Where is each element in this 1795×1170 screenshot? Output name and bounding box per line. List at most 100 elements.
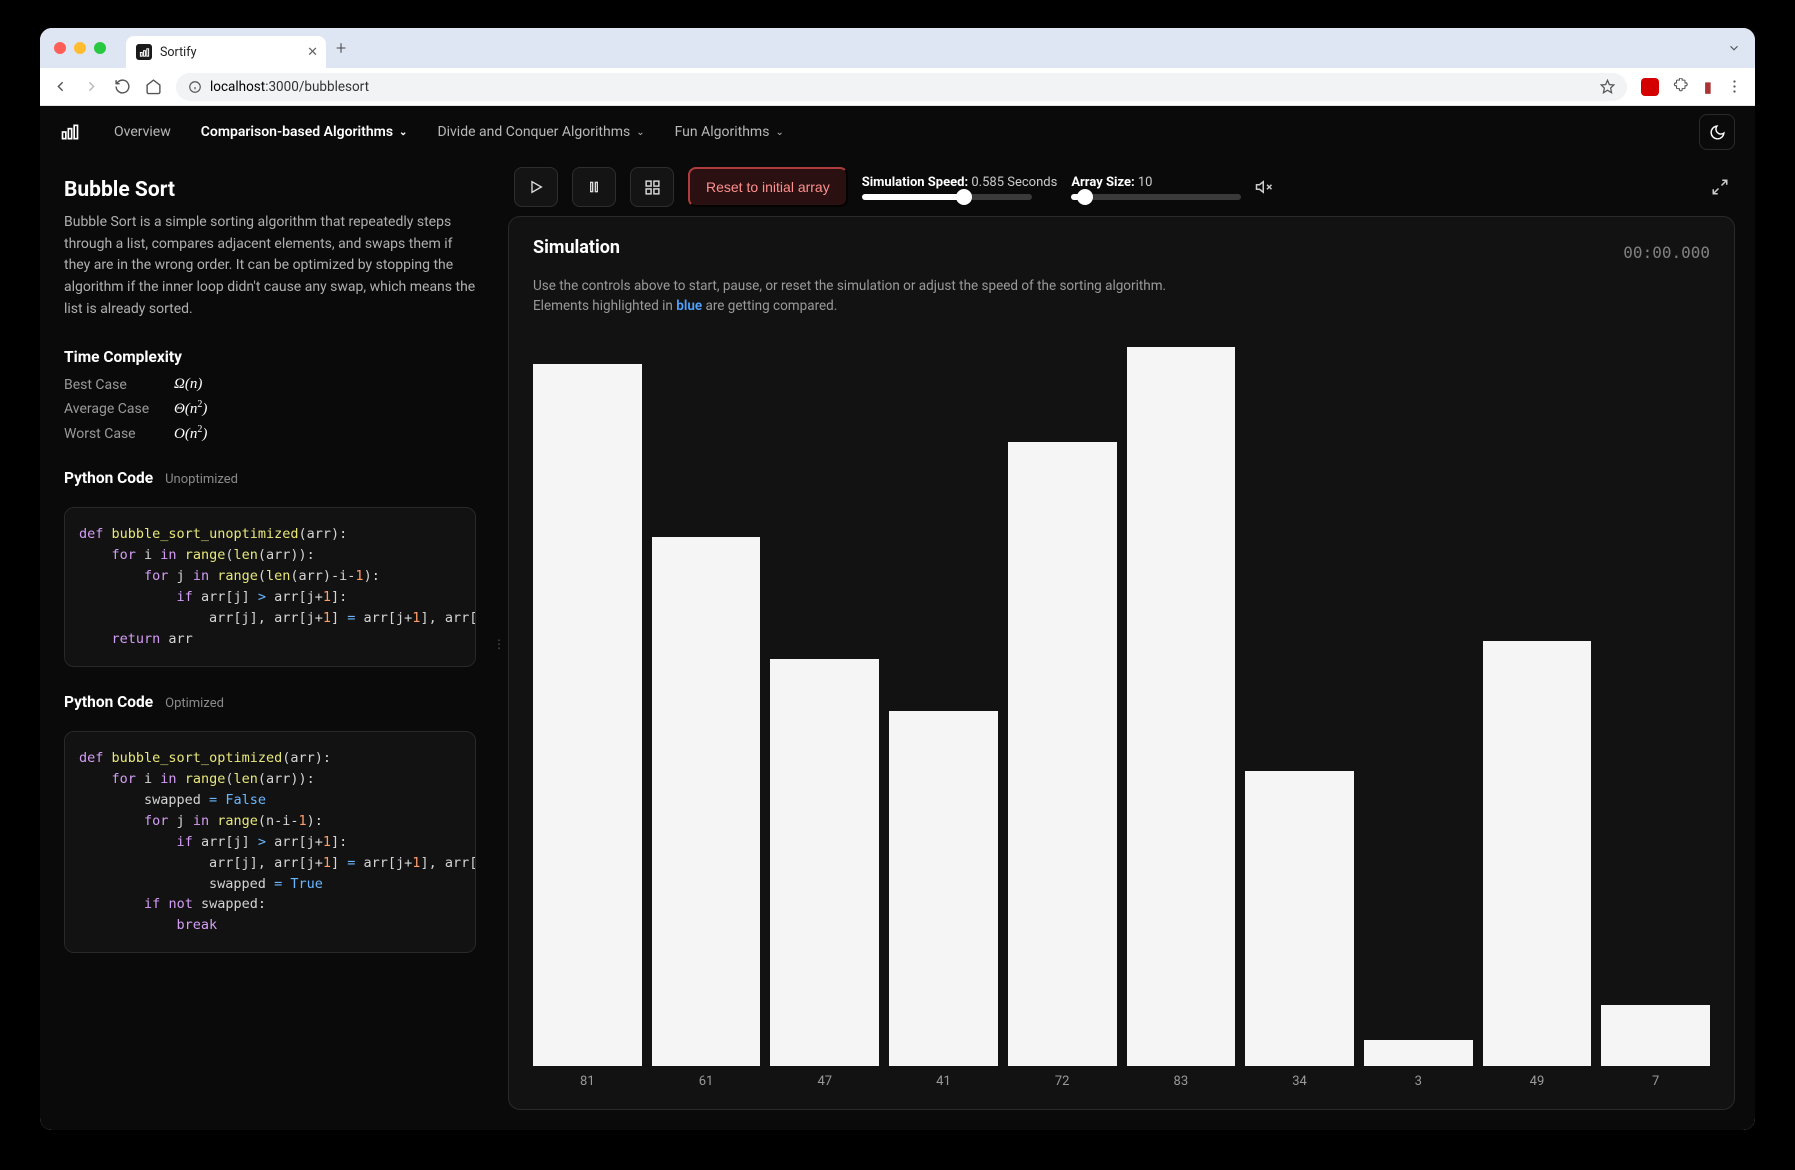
volume-mute-icon [1255,178,1273,196]
url-path: :3000/bubblesort [265,79,369,95]
complexity-label: Best Case [64,377,174,393]
menu-icon[interactable] [1726,78,1743,95]
browser-window: Sortify ✕ + localhost:3000/bubblesort ▮ [40,28,1755,1130]
forward-button[interactable] [83,78,100,95]
chevron-down-icon: ⌄ [399,127,407,138]
favicon-icon [136,44,152,60]
page-title: Bubble Sort [64,178,476,202]
main-content: Bubble Sort Bubble Sort is a simple sort… [40,158,1755,1130]
complexity-row: Worst CaseO(n2) [64,424,476,443]
bar-column: 34 [1245,347,1354,1090]
code-heading-optimized: Python Code [64,693,153,711]
bar [1008,442,1117,1066]
nav-items: OverviewComparison-based Algorithms⌄Divi… [102,118,796,146]
browser-toolbar: localhost:3000/bubblesort ▮ [40,68,1755,106]
speed-slider[interactable] [862,194,1032,200]
bar-label: 47 [817,1074,832,1089]
close-tab-icon[interactable]: ✕ [307,45,318,60]
url-host: localhost [210,79,265,95]
bar-column: 47 [770,347,879,1090]
app-root: OverviewComparison-based Algorithms⌄Divi… [40,106,1755,1130]
browser-tab[interactable]: Sortify ✕ [126,36,326,68]
bar-column: 81 [533,347,642,1090]
bar-label: 72 [1055,1074,1070,1089]
new-tab-button[interactable]: + [336,38,346,59]
code-heading-unoptimized: Python Code [64,469,153,487]
shuffle-icon [644,179,661,196]
panel-resize-handle[interactable]: ⋮⋮ [500,158,508,1130]
bar-label: 81 [580,1074,595,1089]
code-block-unoptimized[interactable]: def bubble_sort_unoptimized(arr): for i … [64,507,476,667]
bar-label: 41 [936,1074,951,1089]
nav-link[interactable]: Comparison-based Algorithms⌄ [189,118,420,146]
address-bar[interactable]: localhost:3000/bubblesort [176,73,1627,101]
complexity-value: Ω(n) [174,376,202,393]
shuffle-button[interactable] [630,167,674,207]
home-button[interactable] [145,78,162,95]
app-logo-icon[interactable] [60,122,80,142]
reset-button[interactable]: Reset to initial array [688,167,848,207]
nav-link[interactable]: Divide and Conquer Algorithms⌄ [425,118,656,146]
bar-label: 61 [699,1074,714,1089]
reload-button[interactable] [114,78,131,95]
theme-toggle-button[interactable] [1699,114,1735,150]
code-variant-unoptimized: Unoptimized [165,472,238,487]
complexity-value: Θ(n2) [174,399,207,418]
bar-column: 49 [1483,347,1592,1090]
nav-link[interactable]: Overview [102,118,183,146]
fullscreen-button[interactable] [1711,178,1729,196]
nav-link[interactable]: Fun Algorithms⌄ [663,118,796,146]
bar [533,364,642,1066]
bar [1127,347,1236,1067]
speed-value: 0.585 Seconds [971,175,1057,190]
profile-icon[interactable]: ▮ [1704,78,1712,96]
info-panel[interactable]: Bubble Sort Bubble Sort is a simple sort… [40,158,500,1130]
speed-control: Simulation Speed: 0.585 Seconds [862,175,1058,200]
complexity-row: Average CaseΘ(n2) [64,399,476,418]
size-slider[interactable] [1071,194,1241,200]
mute-button[interactable] [1255,178,1273,196]
zoom-window-button[interactable] [94,42,106,54]
bookmark-icon[interactable] [1600,79,1615,94]
bar-label: 7 [1652,1074,1659,1089]
tabs-dropdown-icon[interactable] [1727,41,1741,55]
play-button[interactable] [514,167,558,207]
bar [1364,1040,1473,1066]
close-window-button[interactable] [54,42,66,54]
code-block-optimized[interactable]: def bubble_sort_optimized(arr): for i in… [64,731,476,953]
simulation-timer: 00:00.000 [1623,243,1710,262]
bar-column: 83 [1127,347,1236,1090]
pause-button[interactable] [572,167,616,207]
time-complexity-table: Best CaseΩ(n)Average CaseΘ(n2)Worst Case… [64,376,476,443]
bar-column: 41 [889,347,998,1090]
chevron-down-icon: ⌄ [775,127,783,138]
ublock-icon[interactable] [1641,78,1659,96]
code-variant-optimized: Optimized [165,696,224,711]
expand-icon [1711,178,1729,196]
bar-label: 3 [1415,1074,1422,1089]
chevron-down-icon: ⌄ [636,127,644,138]
bar-column: 7 [1601,347,1710,1090]
size-control: Array Size: 10 [1071,175,1241,200]
chart-area: 81 61 47 41 72 83 34 3 49 7 [533,347,1710,1090]
size-label: Array Size: [1071,175,1134,190]
bar [1601,1005,1710,1066]
bar [889,711,998,1066]
play-icon [528,179,544,195]
extensions-icon[interactable] [1673,78,1690,95]
complexity-row: Best CaseΩ(n) [64,376,476,393]
bar-label: 34 [1292,1074,1307,1089]
minimize-window-button[interactable] [74,42,86,54]
algorithm-description: Bubble Sort is a simple sorting algorith… [64,212,476,320]
complexity-label: Worst Case [64,426,174,442]
pause-icon [586,179,602,195]
back-button[interactable] [52,78,69,95]
complexity-label: Average Case [64,401,174,417]
speed-label: Simulation Speed: [862,175,968,190]
simulation-controls: Reset to initial array Simulation Speed:… [508,158,1735,216]
window-controls [54,42,106,54]
site-info-icon[interactable] [188,80,202,94]
simulation-description: Use the controls above to start, pause, … [533,276,1710,317]
bar-chart: 81 61 47 41 72 83 34 3 49 7 [533,347,1710,1090]
browser-tab-strip: Sortify ✕ + [40,28,1755,68]
